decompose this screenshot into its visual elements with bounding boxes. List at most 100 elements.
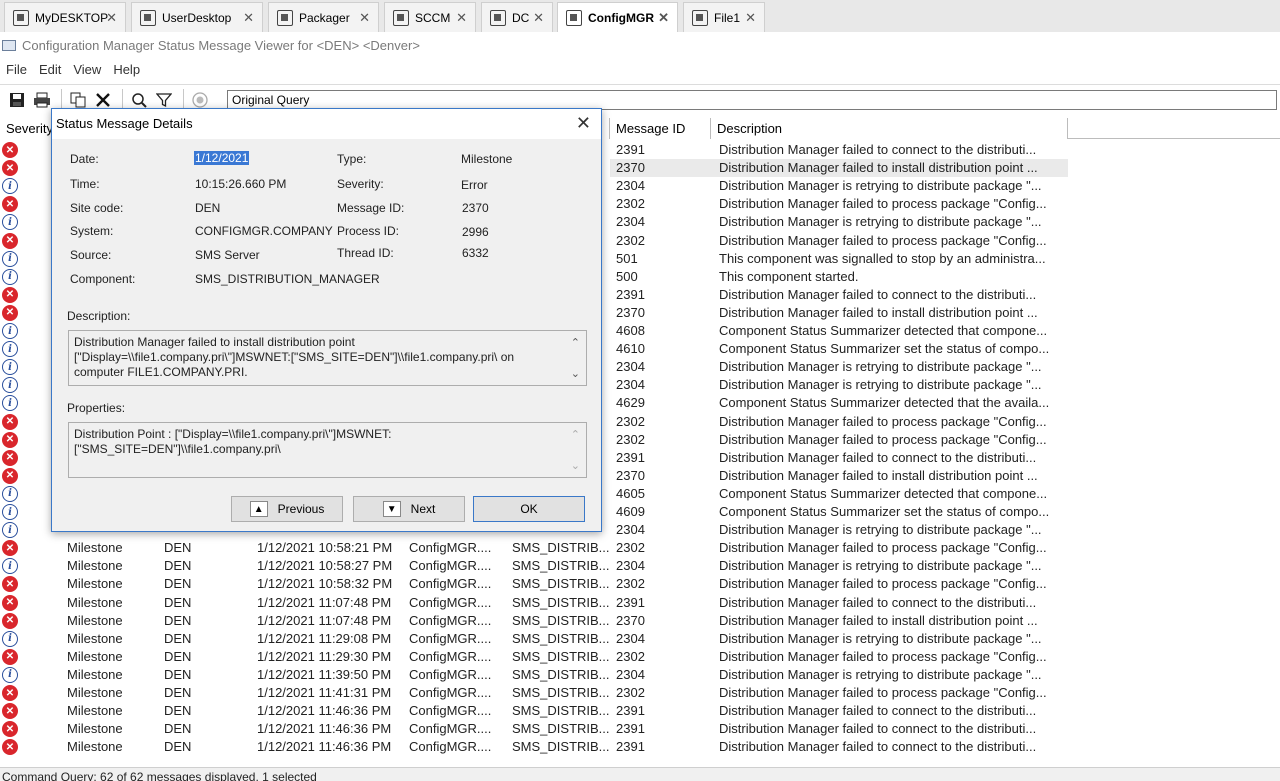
- error-icon: ✕: [2, 739, 18, 756]
- menu-view[interactable]: View: [67, 62, 107, 77]
- system-cell: ConfigMGR....: [409, 721, 492, 737]
- description-cell: Distribution Manager is retrying to dist…: [719, 666, 1042, 682]
- message-id-cell: 501: [616, 250, 638, 266]
- table-row[interactable]: i Milestone DEN 1/12/2021 11:39:50 PM Config…: [0, 666, 1280, 684]
- message-id-cell: 2304: [616, 522, 645, 538]
- close-icon[interactable]: ✕: [533, 10, 544, 26]
- message-id-cell: 2304: [616, 178, 645, 194]
- query-field[interactable]: Original Query: [227, 90, 1277, 110]
- component-value[interactable]: SMS_DISTRIBUTION_MANAGER: [195, 272, 380, 286]
- time-value[interactable]: 10:15:26.660 PM: [195, 177, 286, 191]
- remote-desktop-icon: [692, 9, 708, 26]
- type-value[interactable]: Milestone: [461, 152, 512, 166]
- table-row[interactable]: ✕ Milestone DEN 1/12/2021 11:46:36 PM Config…: [0, 702, 1280, 720]
- error-icon: ✕: [2, 160, 18, 177]
- error-icon: ✕: [2, 721, 18, 738]
- date-value[interactable]: 1/12/2021: [194, 151, 250, 165]
- thread-id-label: Thread ID:: [337, 246, 394, 260]
- severity-value[interactable]: Error: [461, 178, 488, 192]
- system-cell: ConfigMGR....: [409, 594, 492, 610]
- ok-button[interactable]: OK: [473, 496, 585, 522]
- table-row[interactable]: ✕ Milestone DEN 1/12/2021 10:58:21 PM Config…: [0, 539, 1280, 557]
- previous-button-label: Previous: [277, 502, 325, 516]
- table-row[interactable]: ✕ Milestone DEN 1/12/2021 11:07:48 PM Config…: [0, 594, 1280, 612]
- system-cell: ConfigMGR....: [409, 648, 492, 664]
- description-cell: Distribution Manager failed to process p…: [719, 648, 1047, 664]
- tab-file1[interactable]: File1 ✕: [683, 2, 765, 32]
- info-icon: i: [2, 522, 18, 539]
- close-icon[interactable]: ✕: [359, 10, 370, 26]
- date-time-cell: 1/12/2021 11:07:48 PM: [257, 594, 392, 610]
- site-code-cell: DEN: [164, 703, 192, 719]
- component-cell: SMS_DISTRIB...: [512, 648, 610, 664]
- print-icon[interactable]: [31, 89, 53, 111]
- type-cell: Milestone: [67, 739, 123, 755]
- tab-dc[interactable]: DC ✕: [481, 2, 553, 32]
- menu-help[interactable]: Help: [107, 62, 146, 77]
- scroll-down-icon[interactable]: ⌄: [571, 367, 580, 382]
- tab-mydesktop[interactable]: MyDESKTOP ✕: [4, 2, 126, 32]
- tab-sccm[interactable]: SCCM ✕: [384, 2, 476, 32]
- message-id-cell: 4610: [616, 341, 645, 357]
- close-icon[interactable]: ✕: [745, 10, 756, 26]
- system-value[interactable]: CONFIGMGR.COMPANY: [195, 224, 333, 238]
- system-cell: ConfigMGR....: [409, 540, 492, 556]
- scroll-up-icon[interactable]: ⌃: [571, 336, 580, 351]
- scroll-down-icon[interactable]: ⌄: [571, 459, 580, 474]
- info-icon: i: [2, 377, 18, 394]
- column-header-description[interactable]: Description: [711, 118, 1068, 139]
- description-cell: Distribution Manager failed to connect t…: [719, 739, 1037, 755]
- message-id-cell: 2302: [616, 576, 645, 592]
- thread-id-value[interactable]: 6332: [462, 246, 489, 260]
- date-time-cell: 1/12/2021 11:39:50 PM: [257, 666, 392, 682]
- tab-userdesktop[interactable]: UserDesktop ✕: [131, 2, 263, 32]
- table-row[interactable]: i Milestone DEN 1/12/2021 11:29:08 PM Config…: [0, 630, 1280, 648]
- table-row[interactable]: ✕ Milestone DEN 1/12/2021 11:07:48 PM Config…: [0, 612, 1280, 630]
- description-cell: Distribution Manager failed to install d…: [711, 159, 1068, 178]
- table-row[interactable]: ✕ Milestone DEN 1/12/2021 10:58:32 PM Config…: [0, 575, 1280, 593]
- menu-edit[interactable]: Edit: [33, 62, 67, 77]
- info-icon: i: [2, 504, 18, 520]
- menu-file[interactable]: File: [0, 62, 33, 77]
- message-id-value[interactable]: 2370: [462, 201, 489, 215]
- properties-textbox[interactable]: Distribution Point : ["Display=\\file1.c…: [68, 422, 587, 478]
- remote-desktop-icon: [13, 9, 29, 26]
- tab-label: SCCM: [415, 10, 451, 25]
- message-id-cell: 2370: [616, 304, 645, 320]
- close-icon[interactable]: ✕: [658, 10, 669, 26]
- column-header-message-id[interactable]: Message ID: [610, 118, 711, 139]
- error-icon: ✕: [2, 449, 18, 466]
- table-row[interactable]: ✕ Milestone DEN 1/12/2021 11:29:30 PM Config…: [0, 648, 1280, 666]
- system-label: System:: [70, 224, 114, 238]
- source-value[interactable]: SMS Server: [195, 248, 260, 262]
- close-icon[interactable]: ✕: [243, 10, 254, 26]
- close-icon[interactable]: ✕: [456, 10, 467, 26]
- scroll-up-icon[interactable]: ⌃: [571, 428, 580, 443]
- description-textbox[interactable]: Distribution Manager failed to install d…: [68, 330, 587, 386]
- table-row[interactable]: ✕ Milestone DEN 1/12/2021 11:46:36 PM Config…: [0, 738, 1280, 756]
- system-cell: ConfigMGR....: [409, 666, 492, 682]
- close-icon[interactable]: ✕: [576, 113, 591, 134]
- severity-label: Severity:: [337, 177, 384, 191]
- description-cell: Distribution Manager is retrying to dist…: [719, 377, 1042, 393]
- process-id-value[interactable]: 2996: [462, 225, 489, 239]
- info-icon: i: [2, 395, 18, 412]
- tab-configmgr[interactable]: ConfigMGR ✕: [557, 2, 678, 32]
- info-icon: i: [2, 268, 18, 285]
- chevron-down-icon: ▼: [382, 501, 401, 517]
- date-time-cell: 1/12/2021 11:07:48 PM: [257, 612, 392, 628]
- table-row[interactable]: ✕ Milestone DEN 1/12/2021 11:41:31 PM Config…: [0, 684, 1280, 702]
- component-cell: SMS_DISTRIB...: [512, 576, 610, 592]
- save-icon[interactable]: [6, 89, 28, 111]
- table-row[interactable]: ✕ Milestone DEN 1/12/2021 11:46:36 PM Config…: [0, 720, 1280, 738]
- next-button[interactable]: ▼ Next: [353, 496, 465, 522]
- tab-packager[interactable]: Packager ✕: [268, 2, 379, 32]
- close-icon[interactable]: ✕: [106, 10, 117, 26]
- description-cell: Distribution Manager failed to process p…: [719, 685, 1047, 700]
- site-code-value[interactable]: DEN: [195, 201, 220, 215]
- info-icon: i: [2, 630, 18, 647]
- component-cell: SMS_DISTRIB...: [512, 703, 610, 719]
- previous-button[interactable]: ▲ Previous: [231, 496, 343, 522]
- site-code-cell: DEN: [164, 612, 192, 628]
- table-row[interactable]: i Milestone DEN 1/12/2021 10:58:27 PM Config…: [0, 557, 1280, 575]
